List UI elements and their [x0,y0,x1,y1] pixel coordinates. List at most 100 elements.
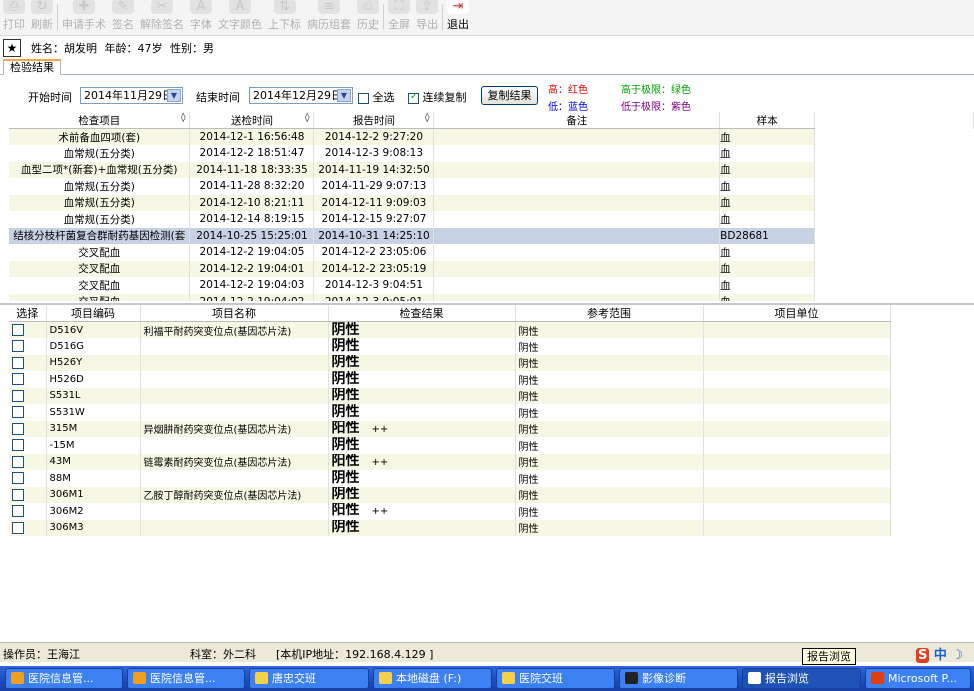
cell-report-time: 2014-12-15 9:27:07 [313,211,435,228]
table-row[interactable]: -15M 阴性 阴性 [9,437,891,454]
toolbar-button-9[interactable]: ≡ 病历组套 [304,0,354,35]
table-row[interactable]: 306M3 阴性 阴性 [9,519,891,536]
toolbar-button-8[interactable]: ⇅ 上下标 [265,0,304,35]
chevron-down-icon[interactable]: ▼ [167,89,181,102]
row-checkbox[interactable] [12,422,24,435]
cell-range: 阴性 [515,503,704,520]
col-header-select[interactable]: 选择 [9,305,47,322]
table-row[interactable]: 交叉配血 2014-12-2 19:04:01 2014-12-2 23:05:19… [9,260,974,277]
row-checkbox[interactable] [12,324,24,336]
patient-name: 姓名：胡发明 [31,42,97,55]
select-all-checkbox[interactable]: 全选 [358,89,395,105]
toolbar-button-2[interactable]: ↻ 刷新 [28,0,56,35]
row-checkbox[interactable] [12,488,24,501]
table-row[interactable]: 315M 异烟肼耐药突变位点(基因芯片法) 阳性 ++ 阴性 [9,420,891,437]
start-date-picker[interactable]: 2014年11月29日 ▼ [80,87,183,104]
row-checkbox[interactable] [12,455,24,468]
table-row[interactable]: 血常规(五分类) 2014-12-10 8:21:11 2014-12-11 9:0… [9,194,974,211]
copy-results-button[interactable]: 复制结果 [481,86,538,105]
row-checkbox[interactable] [12,505,24,518]
table-row[interactable]: D516G 阴性 阴性 [9,338,891,355]
toolbar-button-7[interactable]: A 文字颜色 [215,0,265,35]
taskbar-button-2[interactable]: 医院信息管... [127,668,245,689]
toolbar-button-4[interactable]: ✎ 签名 [109,0,137,35]
table-header-row: 检查项目 ◊ 送检时间 ◊ 报告时间 ◊ 备注 样本 [9,112,974,129]
table-row[interactable]: 306M1 乙胺丁醇耐药突变位点(基因芯片法) 阴性 阴性 [9,486,891,503]
sort-icon[interactable]: ◊ [425,113,429,123]
row-checkbox[interactable] [12,406,24,419]
cell-name [140,470,329,487]
col-header-send-time[interactable]: 送检时间 ◊ [189,112,315,129]
table-row[interactable]: 血型二项*(新套)+血常规(五分类) 2014-11-18 18:33:35 201… [9,161,974,178]
table-row[interactable]: 结核分枝杆菌复合群耐药基因检测(套 2014-10-25 15:25:01 2014… [9,227,974,244]
col-header-result[interactable]: 检查结果 [328,305,516,322]
row-checkbox[interactable] [12,356,24,369]
col-header-note[interactable]: 备注 [433,112,721,129]
table-row[interactable]: S531W 阴性 阴性 [9,404,891,421]
toolbar-button-11[interactable]: ⛶ 全屏 [385,0,413,35]
select-all-box[interactable] [358,92,369,104]
taskbar-button-3[interactable]: 唐忠交班 [249,668,369,689]
ime-indicator[interactable]: S 中 ☽ [916,644,963,663]
taskbar-button-8[interactable]: Microsoft P... [865,668,971,689]
superscript-icon: ⇅ [273,0,296,14]
row-checkbox[interactable] [12,472,24,485]
cell-item: 血常规(五分类) [9,178,191,195]
taskbar-button-6[interactable]: 影像诊断 [619,668,738,689]
col-header-item[interactable]: 检查项目 ◊ [9,112,191,129]
table-row[interactable]: 交叉配血2014-12-2 19:04:022014-12-3 9:05:01 血 [9,293,974,301]
row-checkbox[interactable] [12,439,24,452]
table-row[interactable]: H526D 阴性 阴性 [9,371,891,388]
sort-icon[interactable]: ◊ [181,113,185,123]
taskbar-button-7[interactable]: 报告浏览 [742,668,861,689]
col-header-range[interactable]: 参考范围 [515,305,704,322]
table-row[interactable]: 血常规(五分类) 2014-12-2 18:51:47 2014-12-3 9:08… [9,145,974,162]
toolbar-button-3[interactable]: ✚ 申请手术 [59,0,109,35]
table-row[interactable]: 306M2 阳性 ++ 阴性 [9,503,891,520]
toolbar-button-12[interactable]: ⇪ 导出 [413,0,441,35]
sort-icon[interactable]: ◊ [305,113,309,123]
continuous-copy-box[interactable] [408,91,419,104]
cell-code: S531L [46,387,141,404]
table-row[interactable]: 交叉配血 2014-12-2 19:04:03 2014-12-3 9:04:51 血 [9,277,974,294]
col-header-sample[interactable]: 样本 [719,112,816,129]
table-row[interactable]: 43M 链霉素耐药突变位点(基因芯片法) 阳性 ++ 阴性 [9,453,891,470]
col-header-name[interactable]: 项目名称 [140,305,329,322]
star-icon[interactable]: ★ [3,39,21,57]
toolbar-button-13[interactable]: ⇥ 退出 [444,0,472,35]
toolbar-button-6[interactable]: A 字体 [187,0,215,35]
taskbar-button-5[interactable]: 医院交班 [496,668,615,689]
col-header-code[interactable]: 项目编码 [46,305,141,322]
table-row[interactable]: 血常规(五分类) 2014-12-14 8:19:15 2014-12-15 9:2… [9,211,974,228]
cell-empty [814,227,974,244]
table-row[interactable]: D516V 利福平耐药突变位点(基因芯片法) 阴性 阴性 [9,321,891,338]
table-row[interactable]: 交叉配血 2014-12-2 19:04:05 2014-12-2 23:05:06… [9,244,974,261]
table-row[interactable]: S531L 阴性 阴性 [9,387,891,404]
end-date-value: 2014年12月29日 [253,89,342,102]
col-header-unit[interactable]: 项目单位 [703,305,891,322]
cell-code: D516G [46,338,141,355]
taskbar-button-4[interactable]: 本地磁盘 (F:) [373,668,492,689]
cell-report-time: 2014-11-19 14:32:50 [313,161,435,178]
taskbar-button-1[interactable]: 医院信息管... [5,668,123,689]
toolbar-button-5[interactable]: ✂ 解除签名 [137,0,187,35]
row-checkbox[interactable] [12,373,24,386]
table-row[interactable]: H526Y 阴性 阴性 [9,354,891,371]
taskbar-label: 医院交班 [519,672,563,685]
end-date-picker[interactable]: 2014年12月29日 ▼ [249,87,353,104]
tab-lab-results[interactable]: 检验结果 [3,59,61,75]
chevron-down-icon[interactable]: ▼ [337,89,351,102]
legend-below-limit: 低于极限：紫色 [621,102,691,113]
row-checkbox[interactable] [12,389,24,402]
table-row[interactable]: 血常规(五分类) 2014-11-28 8:32:20 2014-11-29 9:0… [9,178,974,195]
cell-select [9,470,47,487]
col-header-report-time[interactable]: 报告时间 ◊ [313,112,435,129]
toolbar-button-1[interactable]: ⎙ 打印 [0,0,28,35]
legend-high: 高：红色 [548,85,588,96]
row-checkbox[interactable] [12,521,24,534]
table-row[interactable]: 术前备血四项(套) 2014-12-1 16:56:48 2014-12-2 9:2… [9,128,974,145]
row-checkbox[interactable] [12,340,24,353]
table-row[interactable]: 88M 阴性 阴性 [9,470,891,487]
continuous-copy-checkbox[interactable]: 连续复制 [408,89,467,105]
toolbar-button-10[interactable]: ⏲ 历史 [354,0,382,35]
